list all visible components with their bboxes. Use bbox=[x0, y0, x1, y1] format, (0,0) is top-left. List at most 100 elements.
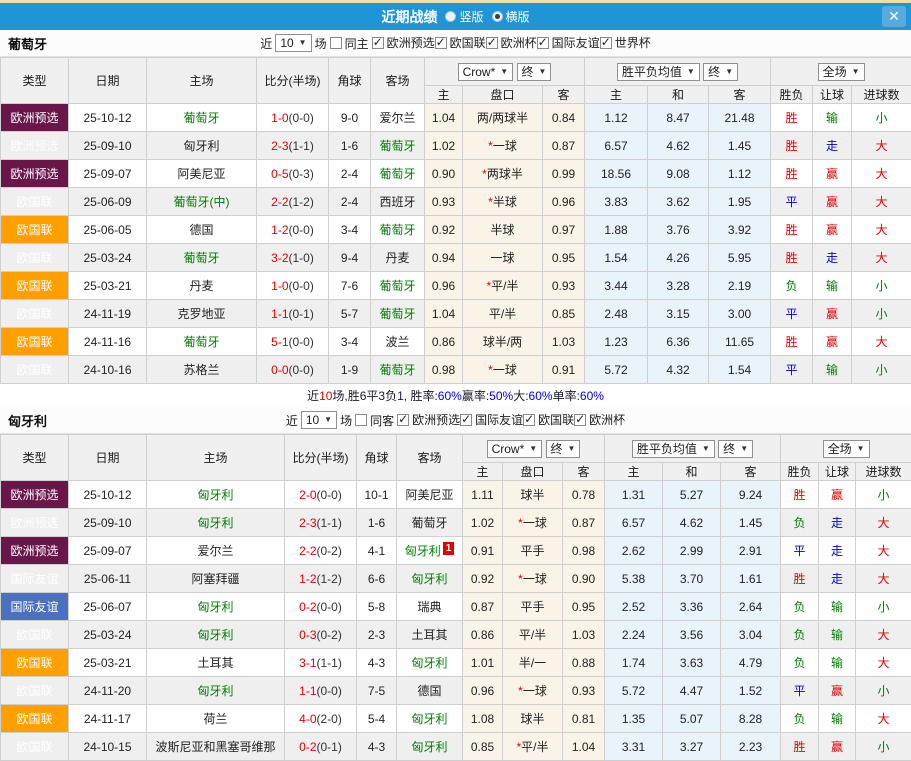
match-row: 欧国联24-10-15波斯尼亚和黑塞哥维那0-2(0-1)4-3匈牙利0.85*… bbox=[1, 733, 911, 761]
avg-period-dropdown[interactable]: 终▼ bbox=[718, 440, 753, 458]
match-date: 25-03-24 bbox=[69, 244, 147, 272]
halftime-score: (0-0) bbox=[289, 335, 314, 349]
scope-dropdown[interactable]: 全场▼ bbox=[823, 440, 870, 458]
fulltime-score: 3-1 bbox=[299, 656, 316, 670]
avg-away: 21.48 bbox=[709, 104, 771, 132]
home-team: 葡萄牙(中) bbox=[147, 188, 257, 216]
match-count-dropdown[interactable]: 10▼ bbox=[301, 411, 337, 429]
match-date: 25-10-12 bbox=[69, 481, 147, 509]
home-odds: 0.91 bbox=[463, 537, 503, 565]
same-venue-checkbox[interactable]: 同客 bbox=[355, 412, 394, 429]
checkbox-icon[interactable] bbox=[397, 414, 409, 426]
scope-dropdown[interactable]: 全场▼ bbox=[818, 63, 865, 81]
halftime-score: (0-2) bbox=[317, 544, 342, 558]
fulltime-score: 2-0 bbox=[299, 488, 316, 502]
home-team: 匈牙利 bbox=[147, 509, 285, 537]
score-cell: 4-0(2-0) bbox=[285, 705, 357, 733]
checkbox-icon[interactable] bbox=[600, 37, 612, 49]
away-team: 葡萄牙 bbox=[371, 160, 425, 188]
checkbox-icon[interactable] bbox=[355, 414, 367, 426]
col-odds-away: 客 bbox=[563, 463, 605, 481]
away-team: 匈牙利 bbox=[397, 733, 463, 761]
handicap-text: 两/两球半 bbox=[477, 111, 528, 125]
fulltime-score: 1-0 bbox=[271, 279, 288, 293]
home-team-name: 匈牙利 bbox=[183, 139, 219, 153]
games-unit-label: 场 bbox=[340, 412, 352, 429]
score-cell: 1-0(0-0) bbox=[257, 104, 329, 132]
home-odds: 0.96 bbox=[463, 677, 503, 705]
away-team: 葡萄牙 bbox=[371, 356, 425, 384]
handicap-result-cell: 输 bbox=[819, 621, 856, 649]
league-checkbox[interactable]: 国际友谊 bbox=[537, 34, 600, 51]
checkbox-icon[interactable] bbox=[330, 37, 342, 49]
home-team-name: 德国 bbox=[189, 223, 213, 237]
avg-period-dropdown[interactable]: 终▼ bbox=[703, 63, 738, 81]
bookmaker-dropdown[interactable]: Crow*▼ bbox=[458, 63, 514, 81]
match-count-dropdown[interactable]: 10▼ bbox=[275, 34, 311, 52]
halftime-score: (1-1) bbox=[289, 139, 314, 153]
handicap-cell: *一球 bbox=[463, 132, 543, 160]
match-date: 25-06-07 bbox=[69, 593, 147, 621]
match-row: 欧国联24-11-20匈牙利1-1(0-0)7-5德国0.96*一球0.935.… bbox=[1, 677, 911, 705]
chevron-down-icon: ▼ bbox=[687, 65, 695, 79]
match-row: 欧洲预选25-10-12葡萄牙1-0(0-0)9-0爱尔兰1.04两/两球半0.… bbox=[1, 104, 911, 132]
league-checkbox[interactable]: 欧国联 bbox=[523, 411, 574, 428]
home-odds: 1.08 bbox=[463, 705, 503, 733]
handicap-result-cell: 走 bbox=[813, 244, 852, 272]
layout-radio-vertical[interactable]: 竖版 bbox=[445, 8, 483, 25]
goals-result-cell: 大 bbox=[856, 705, 911, 733]
col-corner: 角球 bbox=[329, 58, 371, 104]
bookmaker-dropdown[interactable]: Crow*▼ bbox=[487, 440, 543, 458]
checkbox-icon[interactable] bbox=[460, 414, 472, 426]
avg-home: 1.54 bbox=[585, 244, 648, 272]
league-checkbox[interactable]: 欧洲杯 bbox=[574, 411, 625, 428]
checkbox-icon[interactable] bbox=[574, 414, 586, 426]
league-checkbox[interactable]: 欧洲预选 bbox=[397, 411, 460, 428]
avg-away: 2.91 bbox=[721, 537, 781, 565]
home-team: 德国 bbox=[147, 216, 257, 244]
fulltime-score: 0-5 bbox=[271, 167, 288, 181]
goals-result-cell: 大 bbox=[856, 621, 911, 649]
radio-checked-icon[interactable] bbox=[492, 11, 503, 22]
avg-away: 1.12 bbox=[709, 160, 771, 188]
checkbox-icon[interactable] bbox=[537, 37, 549, 49]
wdl-average-dropdown[interactable]: 胜平负均值▼ bbox=[617, 63, 700, 81]
goals-result-cell: 小 bbox=[852, 104, 911, 132]
score-cell: 5-1(0-0) bbox=[257, 328, 329, 356]
checkbox-icon[interactable] bbox=[372, 37, 384, 49]
odds-group-header: Crow*▼ 终▼ bbox=[425, 58, 585, 86]
halftime-score: (0-1) bbox=[317, 740, 342, 754]
home-team-name: 葡萄牙 bbox=[183, 251, 219, 265]
match-row: 欧国联24-11-16葡萄牙5-1(0-0)3-4波兰0.86球半/两1.031… bbox=[1, 328, 911, 356]
league-checkbox[interactable]: 世界杯 bbox=[600, 34, 651, 51]
corner-cell: 4-3 bbox=[357, 733, 397, 761]
portugal-results-table: 类型 日期 主场 比分(半场) 角球 客场 Crow*▼ 终▼ 胜平负均值▼ 终… bbox=[0, 57, 911, 384]
league-label: 欧国联 bbox=[538, 411, 574, 428]
league-checkbox[interactable]: 国际友谊 bbox=[460, 411, 523, 428]
checkbox-icon[interactable] bbox=[486, 37, 498, 49]
fulltime-score: 2-3 bbox=[271, 139, 288, 153]
radio-icon[interactable] bbox=[445, 11, 456, 22]
col-handicap: 盘口 bbox=[463, 86, 543, 104]
layout-radio-horizontal[interactable]: 横版 bbox=[492, 8, 530, 25]
checkbox-icon[interactable] bbox=[435, 37, 447, 49]
league-checkbox[interactable]: 欧洲杯 bbox=[486, 34, 537, 51]
away-team-name: 瑞典 bbox=[417, 600, 441, 614]
same-venue-checkbox[interactable]: 同主 bbox=[330, 35, 369, 52]
league-checkbox[interactable]: 欧国联 bbox=[435, 34, 486, 51]
away-team: 葡萄牙 bbox=[371, 272, 425, 300]
checkbox-icon[interactable] bbox=[523, 414, 535, 426]
match-date: 25-10-12 bbox=[69, 104, 147, 132]
match-date: 24-10-16 bbox=[69, 356, 147, 384]
close-icon[interactable]: ✕ bbox=[882, 6, 906, 27]
fulltime-score: 2-3 bbox=[299, 516, 316, 530]
match-date: 25-03-21 bbox=[69, 272, 147, 300]
league-checkbox[interactable]: 欧洲预选 bbox=[372, 34, 435, 51]
odds-period-dropdown[interactable]: 终▼ bbox=[517, 63, 552, 81]
summary-stat: 10 bbox=[319, 389, 332, 403]
wdl-average-dropdown[interactable]: 胜平负均值▼ bbox=[632, 440, 715, 458]
odds-period-dropdown[interactable]: 终▼ bbox=[546, 440, 581, 458]
handicap-result-cell: 赢 bbox=[819, 481, 856, 509]
col-avg-away: 客 bbox=[709, 86, 771, 104]
home-odds: 0.94 bbox=[425, 244, 463, 272]
